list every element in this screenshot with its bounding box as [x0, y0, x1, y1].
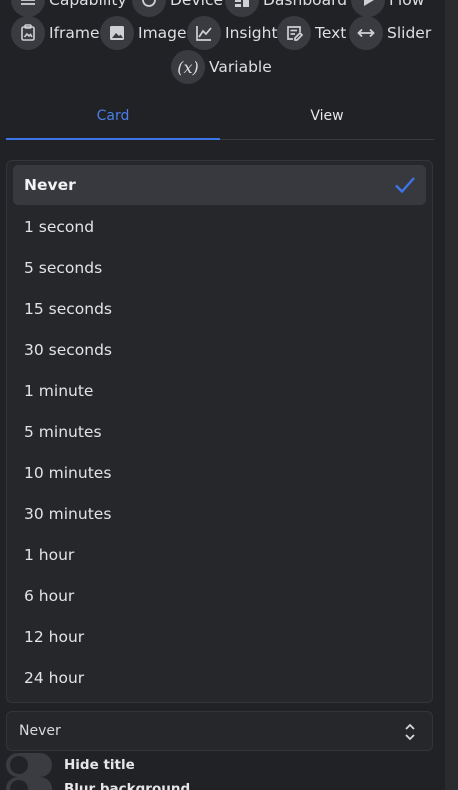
- menu-option[interactable]: 5 seconds: [13, 247, 426, 288]
- menu-option-selected[interactable]: Never: [13, 165, 426, 205]
- toggle-knob: [10, 780, 28, 790]
- menu-option[interactable]: 6 hour: [13, 575, 426, 616]
- refresh-interval-menu: Never 1 second 5 seconds 15 seconds 30 s…: [6, 160, 433, 703]
- widget-label: Dashboard: [263, 0, 348, 9]
- option-label: Never: [24, 176, 76, 194]
- toggle-row-hide-title: Hide title: [6, 753, 135, 777]
- widget-chip-slider[interactable]: Slider: [349, 15, 431, 51]
- widget-label: Device: [170, 0, 224, 9]
- tab-view[interactable]: View: [220, 92, 434, 139]
- toggle-label: Hide title: [64, 757, 135, 773]
- widget-chip-text[interactable]: Text: [277, 15, 346, 51]
- text-note-icon: [277, 16, 311, 50]
- widget-label: Variable: [209, 58, 272, 76]
- widget-chip-iframe[interactable]: Iframe: [11, 15, 100, 51]
- select-value: Never: [19, 723, 61, 739]
- menu-option[interactable]: 5 minutes: [13, 411, 426, 452]
- widget-label: Flow: [389, 0, 425, 9]
- tab-card[interactable]: Card: [6, 92, 220, 140]
- line-chart-icon: [187, 16, 221, 50]
- menu-option[interactable]: 24 hour: [13, 657, 426, 698]
- menu-option[interactable]: 1 hour: [13, 534, 426, 575]
- image-icon: [100, 16, 134, 50]
- menu-option[interactable]: 15 seconds: [13, 288, 426, 329]
- widget-label: Insight: [225, 24, 278, 42]
- refresh-interval-select[interactable]: Never: [6, 711, 433, 751]
- toggle-row-blur-background: Blur background: [6, 777, 190, 790]
- toggle-knob: [10, 756, 28, 774]
- variable-icon: (x): [171, 50, 205, 84]
- blur-background-toggle[interactable]: [6, 777, 52, 790]
- tab-bar: Card View: [6, 92, 434, 140]
- menu-option[interactable]: 30 minutes: [13, 493, 426, 534]
- menu-option[interactable]: 1 second: [13, 206, 426, 247]
- widget-label: Slider: [387, 24, 432, 42]
- widget-label: Iframe: [49, 24, 100, 42]
- chevron-updown-icon: [405, 723, 415, 741]
- menu-option[interactable]: 1 minute: [13, 370, 426, 411]
- menu-option[interactable]: 30 seconds: [13, 329, 426, 370]
- widget-label: Capability: [49, 0, 127, 9]
- iframe-icon: [11, 16, 45, 50]
- hide-title-toggle[interactable]: [6, 753, 52, 777]
- toggle-label: Blur background: [64, 781, 191, 790]
- menu-option[interactable]: 10 minutes: [13, 452, 426, 493]
- checkmark-icon: [395, 177, 415, 194]
- menu-option[interactable]: 12 hour: [13, 616, 426, 657]
- widget-chip-insight[interactable]: Insight: [187, 15, 278, 51]
- widget-chip-variable[interactable]: (x) Variable: [171, 49, 272, 85]
- widget-editor-panel: Capability Device Dashboard Flow Iframe …: [0, 0, 458, 790]
- widget-chip-image[interactable]: Image: [100, 15, 187, 51]
- scrollbar-track[interactable]: [445, 0, 458, 790]
- widget-label: Text: [315, 24, 347, 42]
- horizontal-arrows-icon: [349, 16, 383, 50]
- widget-label: Image: [138, 24, 187, 42]
